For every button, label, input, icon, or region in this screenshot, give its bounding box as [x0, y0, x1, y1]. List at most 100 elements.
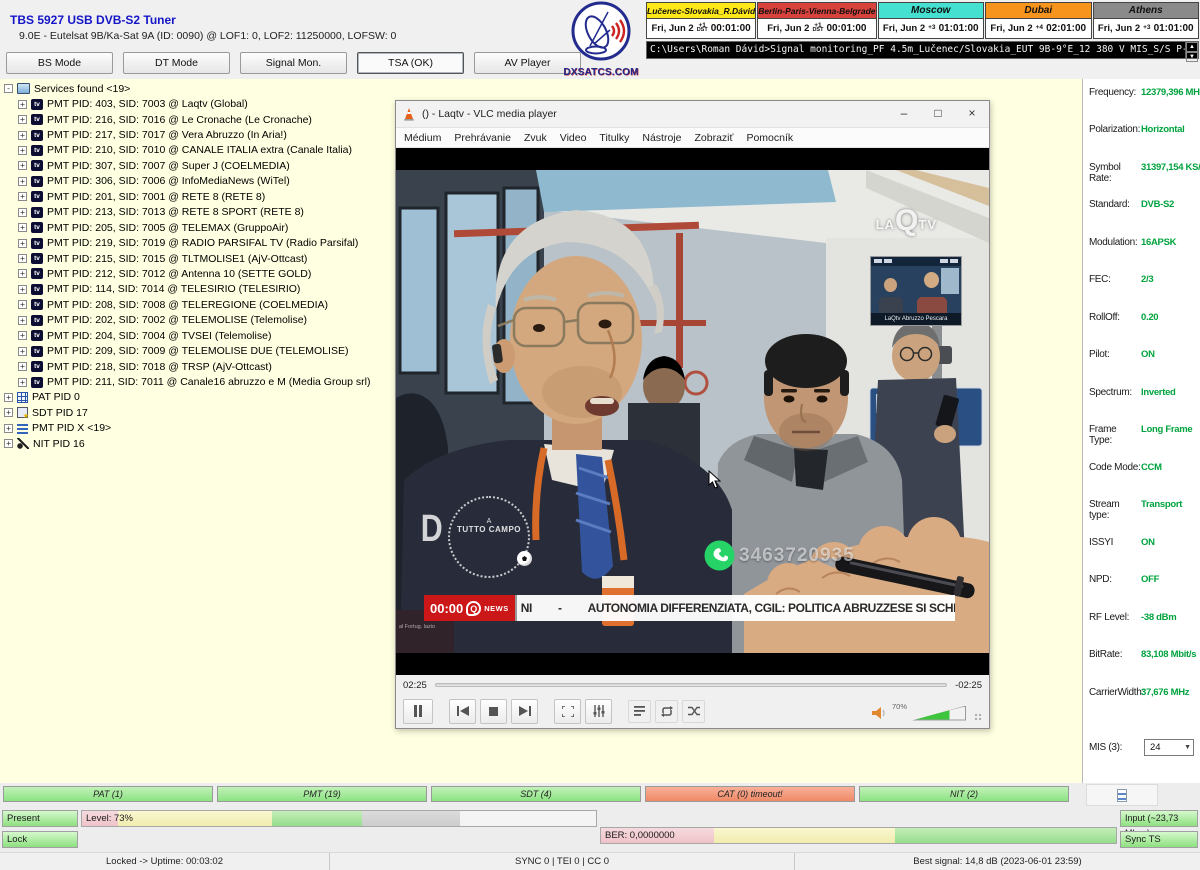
vlc-titlebar[interactable]: () - Laqtv - VLC media player – □ × — [396, 101, 989, 128]
expand-icon[interactable]: + — [18, 269, 27, 278]
expand-icon[interactable]: + — [4, 439, 13, 448]
tree-root-row[interactable]: - Services found <19> — [4, 81, 370, 96]
expand-icon[interactable]: + — [18, 254, 27, 263]
expand-icon[interactable]: + — [18, 347, 27, 356]
service-row[interactable]: +tvPMT PID: 202, SID: 7002 @ TELEMOLISE … — [4, 313, 370, 328]
tab-tsa[interactable]: TSA (OK) — [357, 52, 464, 74]
expand-icon[interactable]: + — [18, 316, 27, 325]
service-row[interactable]: +tvPMT PID: 212, SID: 7012 @ Antenna 10 … — [4, 266, 370, 281]
menu-help[interactable]: Pomocník — [746, 132, 793, 144]
service-row[interactable]: +tvPMT PID: 204, SID: 7004 @ TVSEI (Tele… — [4, 328, 370, 343]
pmt-x-row[interactable]: +PMT PID X <19> — [4, 421, 370, 436]
collapse-icon[interactable]: - — [4, 84, 13, 93]
menu-view[interactable]: Zobraziť — [694, 132, 733, 144]
expand-icon[interactable]: + — [4, 408, 13, 417]
menu-audio[interactable]: Zvuk — [524, 132, 547, 144]
service-row[interactable]: +tvPMT PID: 208, SID: 7008 @ TELEREGIONE… — [4, 297, 370, 312]
menu-subtitles[interactable]: Titulky — [599, 132, 629, 144]
shuffle-button[interactable] — [682, 700, 705, 723]
expand-icon[interactable]: + — [18, 115, 27, 124]
expand-icon[interactable]: + — [18, 100, 27, 109]
param-rf-level: RF Level:-38 dBm — [1089, 612, 1199, 623]
expand-icon[interactable]: + — [18, 239, 27, 248]
volume-slider[interactable] — [912, 706, 966, 721]
expand-icon[interactable]: + — [18, 208, 27, 217]
pmt-progress: PMT (19) — [217, 786, 427, 802]
expand-icon[interactable]: + — [18, 161, 27, 170]
service-row[interactable]: +tvPMT PID: 218, SID: 7018 @ TRSP (AjV-O… — [4, 359, 370, 374]
page-stripes-icon[interactable] — [1117, 789, 1127, 802]
expand-icon[interactable]: + — [18, 177, 27, 186]
scroll-down-icon[interactable]: ▼ — [1186, 52, 1198, 62]
vlc-controls: 70% — [396, 696, 989, 726]
lock-indicator: Lock — [2, 831, 78, 848]
stop-button[interactable] — [480, 699, 507, 724]
pause-button[interactable] — [403, 699, 433, 724]
service-row[interactable]: +tvPMT PID: 201, SID: 7001 @ RETE 8 (RET… — [4, 189, 370, 204]
expand-icon[interactable]: + — [4, 393, 13, 402]
mis-dropdown[interactable]: 24 ▼ — [1144, 739, 1194, 756]
pip-caption: LaQtv Abruzzo Pescara — [871, 313, 961, 325]
tv-icon: tv — [31, 160, 43, 171]
expand-icon[interactable]: + — [18, 331, 27, 340]
minimize-button[interactable]: – — [887, 101, 921, 128]
playlist-button[interactable] — [628, 700, 651, 723]
shuffle-icon — [688, 706, 700, 716]
menu-media[interactable]: Médium — [404, 132, 441, 144]
tv-icon: tv — [31, 191, 43, 202]
resize-grip[interactable] — [974, 713, 982, 721]
service-row[interactable]: +tvPMT PID: 217, SID: 7017 @ Vera Abruzz… — [4, 127, 370, 142]
tv-icon: tv — [31, 99, 43, 110]
news-label: NEWS — [484, 604, 509, 613]
menu-playback[interactable]: Prehrávanie — [454, 132, 511, 144]
service-row[interactable]: +tvPMT PID: 211, SID: 7011 @ Canale16 ab… — [4, 374, 370, 389]
scroll-up-icon[interactable]: ▲ — [1186, 42, 1198, 52]
previous-button[interactable] — [449, 699, 476, 724]
pmt-list-icon — [17, 423, 28, 434]
tab-dt-mode[interactable]: DT Mode — [123, 52, 230, 74]
level-meter: Level: 73% — [81, 810, 597, 827]
expand-icon[interactable]: + — [18, 285, 27, 294]
terminal-scrollbar[interactable]: ▲ ▼ — [1186, 41, 1199, 59]
expand-icon[interactable]: + — [18, 146, 27, 155]
menu-video[interactable]: Video — [560, 132, 587, 144]
next-button[interactable] — [511, 699, 538, 724]
expand-icon[interactable]: + — [18, 192, 27, 201]
service-row[interactable]: +tvPMT PID: 114, SID: 7014 @ TELESIRIO (… — [4, 282, 370, 297]
tab-bs-mode[interactable]: BS Mode — [6, 52, 113, 74]
service-row[interactable]: +tvPMT PID: 215, SID: 7015 @ TLTMOLISE1 … — [4, 251, 370, 266]
tv-icon: tv — [31, 207, 43, 218]
expand-icon[interactable]: + — [18, 223, 27, 232]
video-display[interactable]: na Cerr Nord — [396, 148, 989, 675]
expand-icon[interactable]: + — [18, 300, 27, 309]
loop-button[interactable] — [655, 700, 678, 723]
service-row[interactable]: +tvPMT PID: 216, SID: 7016 @ Le Cronache… — [4, 112, 370, 127]
speaker-icon[interactable] — [872, 706, 887, 720]
service-row[interactable]: +tvPMT PID: 213, SID: 7013 @ RETE 8 SPOR… — [4, 205, 370, 220]
service-row[interactable]: +tvPMT PID: 403, SID: 7003 @ Laqtv (Glob… — [4, 96, 370, 111]
service-row[interactable]: +tvPMT PID: 210, SID: 7010 @ CANALE ITAL… — [4, 143, 370, 158]
service-row[interactable]: +tvPMT PID: 307, SID: 7007 @ Super J (CO… — [4, 158, 370, 173]
expand-icon[interactable]: + — [4, 424, 13, 433]
service-row[interactable]: +tvPMT PID: 209, SID: 7009 @ TELEMOLISE … — [4, 343, 370, 358]
service-row[interactable]: +tvPMT PID: 306, SID: 7006 @ InfoMediaNe… — [4, 174, 370, 189]
maximize-button[interactable]: □ — [921, 101, 955, 128]
expand-icon[interactable]: + — [18, 131, 27, 140]
seek-slider[interactable] — [435, 683, 947, 687]
expand-icon[interactable]: + — [18, 378, 27, 387]
clock-time: 00:01:00 — [711, 23, 751, 34]
close-button[interactable]: × — [955, 101, 989, 128]
sdt-row[interactable]: +SDT PID 17 — [4, 405, 370, 420]
service-row[interactable]: +tvPMT PID: 219, SID: 7019 @ RADIO PARSI… — [4, 235, 370, 250]
nit-row[interactable]: +NIT PID 16 — [4, 436, 370, 451]
tv-icon: tv — [31, 145, 43, 156]
menu-tools[interactable]: Nástroje — [642, 132, 681, 144]
equalizer-button[interactable] — [585, 699, 612, 724]
command-prompt[interactable]: C:\Users\Roman Dávid>Signal monitoring_P… — [646, 41, 1186, 59]
expand-icon[interactable]: + — [18, 362, 27, 371]
tab-signal-mon[interactable]: Signal Mon. — [240, 52, 347, 74]
service-row[interactable]: +tvPMT PID: 205, SID: 7005 @ TELEMAX (Gr… — [4, 220, 370, 235]
corner-note: al Fortug. lazio — [399, 624, 435, 630]
pat-row[interactable]: +PAT PID 0 — [4, 390, 370, 405]
fullscreen-button[interactable] — [554, 699, 581, 724]
